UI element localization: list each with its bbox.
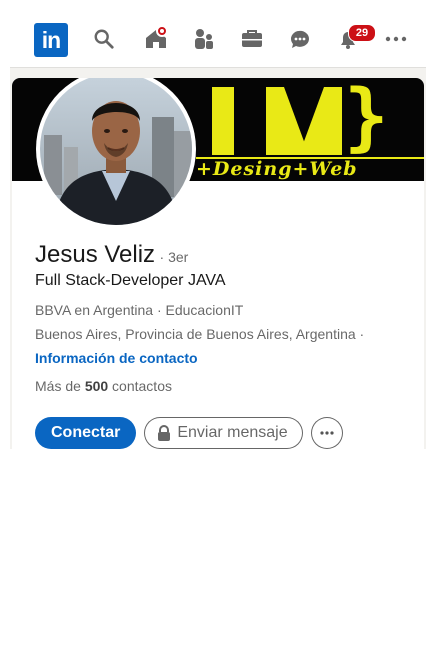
profile-company: BBVA en Argentina · EducacionIT <box>35 302 244 318</box>
notifications-badge: 29 <box>348 24 376 42</box>
app-frame: in 29 } +Desing+Web Jesus Veliz · 3er Fu… <box>10 13 426 449</box>
jobs-icon[interactable] <box>236 23 268 55</box>
banner-text: +Desing+Web <box>196 158 358 180</box>
banner-brace-shape: } <box>344 78 389 160</box>
more-actions-button[interactable] <box>310 417 343 449</box>
more-horizontal-icon <box>320 431 334 435</box>
my-network-icon[interactable] <box>188 23 220 55</box>
lock-icon <box>158 425 171 441</box>
banner-bar-shape <box>212 87 234 155</box>
profile-card: } +Desing+Web Jesus Veliz · 3er Full Sta… <box>12 78 424 449</box>
connect-button[interactable]: Conectar <box>35 417 137 449</box>
home-notification-dot <box>156 25 168 37</box>
home-icon[interactable] <box>140 23 172 55</box>
profile-actions: Conectar Enviar mensaje <box>35 417 343 449</box>
connection-degree: · 3er <box>159 249 189 265</box>
search-icon[interactable] <box>88 23 120 55</box>
send-message-button[interactable]: Enviar mensaje <box>144 417 303 449</box>
profile-avatar[interactable] <box>36 78 196 229</box>
notifications-icon[interactable]: 29 <box>332 23 376 55</box>
profile-info: Jesus Veliz · 3er Full Stack-Developer J… <box>35 240 405 396</box>
profile-name: Jesus Veliz <box>35 241 156 268</box>
connections-count: Más de 500 contactos <box>35 378 172 394</box>
linkedin-logo[interactable]: in <box>34 23 68 57</box>
profile-location: Buenos Aires, Provincia de Buenos Aires,… <box>35 326 365 342</box>
messaging-icon[interactable] <box>284 23 316 55</box>
banner-v-shape <box>266 87 342 155</box>
send-message-label: Enviar mensaje <box>177 424 288 441</box>
profile-headline: Full Stack-Developer JAVA <box>35 272 226 289</box>
more-icon[interactable] <box>380 23 412 55</box>
contact-info-link[interactable]: Información de contacto <box>35 348 405 368</box>
top-navbar: in 29 <box>10 13 426 68</box>
